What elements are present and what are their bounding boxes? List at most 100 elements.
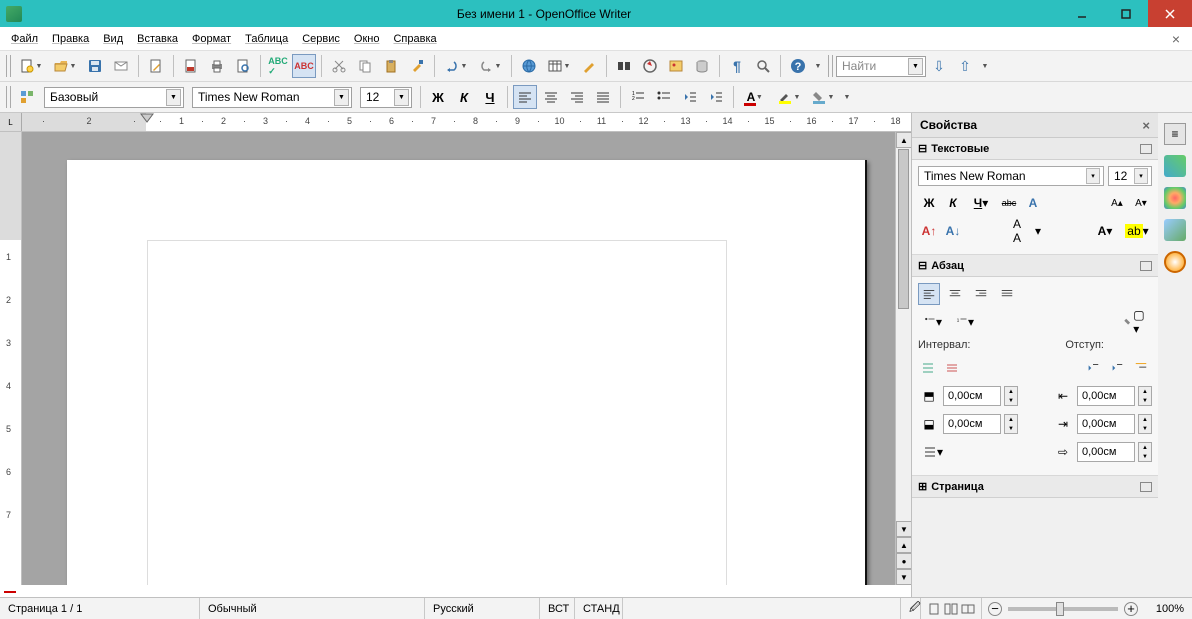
sidebar-fontcolor-button[interactable]: A ▾ [1090, 220, 1120, 242]
hyperlink-button[interactable] [517, 54, 541, 78]
spinner[interactable]: ▲▼ [1138, 442, 1152, 462]
spacing-above-input[interactable]: 0,00см [943, 386, 1001, 406]
page[interactable] [67, 160, 867, 585]
sidebar-underline-button[interactable]: Ч ▾ [966, 192, 996, 214]
close-button[interactable] [1148, 0, 1192, 27]
horizontal-ruler[interactable]: L · 2 · ·1·2·3·4·5·6·7·8·9·10·11·12·13·1… [0, 113, 911, 132]
spinner[interactable]: ▲▼ [1138, 386, 1152, 406]
decrease-indent-button[interactable] [678, 85, 702, 109]
menu-help[interactable]: Справка [386, 30, 443, 48]
spinner[interactable]: ▲▼ [1004, 386, 1018, 406]
sidebar-highlight-button[interactable]: ab ▾ [1122, 220, 1152, 242]
toolbar-overflow-icon[interactable]: ▼ [840, 94, 854, 101]
vertical-scrollbar[interactable]: ▲ ▼ ▲ ● ▼ [895, 132, 911, 585]
show-draw-functions-button[interactable] [577, 54, 601, 78]
sidebar-superscript-button[interactable]: A▴ [1106, 192, 1128, 214]
spacing-below-input[interactable]: 0,00см [943, 414, 1001, 434]
numbering-button[interactable]: 12 [626, 85, 650, 109]
sidebar-size-combo[interactable]: 12▾ [1108, 166, 1152, 186]
chevron-down-icon[interactable]: ▼ [908, 58, 923, 75]
align-left-button[interactable] [513, 85, 537, 109]
zoom-thumb[interactable] [1056, 602, 1064, 616]
sidebar-dec-indent-button[interactable] [1106, 357, 1128, 379]
sidebar-align-left-button[interactable] [918, 283, 940, 305]
spinner[interactable]: ▲▼ [1004, 414, 1018, 434]
bold-button[interactable]: Ж [426, 85, 450, 109]
find-prev-button[interactable]: ⇧ [953, 54, 977, 78]
sidebar-shrink-font-button[interactable]: A↓ [942, 220, 964, 242]
print-preview-button[interactable] [231, 54, 255, 78]
zoom-in-button[interactable]: + [1124, 602, 1138, 616]
sidebar-section-page[interactable]: ⊞ Страница [912, 476, 1158, 498]
zoom-percent[interactable]: 100% [1144, 598, 1192, 619]
highlight-button[interactable]: ▼ [773, 85, 805, 109]
next-page-button[interactable]: ▼ [896, 569, 911, 585]
format-paintbrush-button[interactable] [405, 54, 429, 78]
font-color-button[interactable]: A▼ [739, 85, 771, 109]
indent-first-input[interactable]: 0,00см [1077, 442, 1135, 462]
zoom-out-button[interactable]: − [988, 602, 1002, 616]
status-selection-mode[interactable]: СТАНД [575, 598, 623, 619]
sidebar-inc-indent-button[interactable] [1082, 357, 1104, 379]
cut-button[interactable] [327, 54, 351, 78]
spinner[interactable]: ▲▼ [1138, 414, 1152, 434]
sidebar-tab-gallery[interactable] [1164, 219, 1186, 241]
menu-table[interactable]: Таблица [238, 30, 295, 48]
insert-table-button[interactable]: ▼ [543, 54, 575, 78]
sidebar-char-spacing-button[interactable]: A A ▾ [1012, 220, 1042, 242]
sidebar-subscript-button[interactable]: A▾ [1130, 192, 1152, 214]
background-color-button[interactable]: ▼ [807, 85, 839, 109]
section-more-icon[interactable] [1140, 144, 1152, 154]
open-button[interactable]: ▼ [49, 54, 81, 78]
chevron-down-icon[interactable]: ▼ [394, 89, 409, 106]
edit-file-button[interactable] [144, 54, 168, 78]
sidebar-tab-styles[interactable] [1164, 187, 1186, 209]
status-style[interactable]: Обычный [200, 598, 425, 619]
maximize-button[interactable] [1104, 0, 1148, 27]
align-center-button[interactable] [539, 85, 563, 109]
sidebar-linespacing-button[interactable]: ▾ [918, 441, 948, 463]
menu-view[interactable]: Вид [96, 30, 130, 48]
email-button[interactable] [109, 54, 133, 78]
sidebar-shadow-button[interactable]: A [1022, 192, 1044, 214]
scroll-down-button[interactable]: ▼ [896, 521, 911, 537]
toolbar-handle[interactable] [6, 55, 11, 77]
sidebar-tab-navigator[interactable] [1164, 251, 1186, 273]
sidebar-inc-spacing-button[interactable] [918, 357, 940, 379]
toolbar-overflow-icon[interactable]: ▼ [811, 63, 825, 70]
status-signature[interactable]: 🖉 [901, 598, 921, 619]
redo-button[interactable]: ▼ [474, 54, 506, 78]
underline-button[interactable]: Ч [478, 85, 502, 109]
zoom-slider[interactable] [1008, 607, 1118, 611]
sidebar-bold-button[interactable]: Ж [918, 192, 940, 214]
vertical-ruler[interactable]: 1 2 3 4 5 6 7 [0, 132, 22, 585]
view-single-icon[interactable] [927, 602, 941, 616]
toolbar-overflow-icon[interactable]: ▼ [978, 63, 992, 70]
status-insert-mode[interactable]: ВСТ [540, 598, 575, 619]
sidebar-section-text[interactable]: ⊟ Текстовые [912, 138, 1158, 160]
sidebar-font-combo[interactable]: Times New Roman▾ [918, 166, 1104, 186]
navigator-button[interactable] [638, 54, 662, 78]
bullets-button[interactable] [652, 85, 676, 109]
sidebar-paracolor-button[interactable]: ▢ ▾ [1122, 311, 1152, 333]
sidebar-numbering-button[interactable]: 1 ▾ [950, 311, 980, 333]
save-button[interactable] [83, 54, 107, 78]
scroll-up-button[interactable]: ▲ [896, 132, 911, 148]
data-sources-button[interactable] [690, 54, 714, 78]
text-area[interactable] [147, 240, 727, 585]
nonprinting-chars-button[interactable]: ¶ [725, 54, 749, 78]
status-language[interactable]: Русский [425, 598, 540, 619]
align-justify-button[interactable] [591, 85, 615, 109]
status-page[interactable]: Страница 1 / 1 [0, 598, 200, 619]
spellcheck-button[interactable]: ABC✓ [266, 54, 290, 78]
new-doc-button[interactable]: ▼ [15, 54, 47, 78]
view-multi-icon[interactable] [944, 602, 958, 616]
chevron-down-icon[interactable]: ▼ [334, 89, 349, 106]
menu-file[interactable]: Файл [4, 30, 45, 48]
sidebar-dec-spacing-button[interactable] [942, 357, 964, 379]
styles-button[interactable] [15, 85, 39, 109]
menu-tools[interactable]: Сервис [295, 30, 347, 48]
increase-indent-button[interactable] [704, 85, 728, 109]
find-replace-button[interactable] [612, 54, 636, 78]
paragraph-style-combo[interactable]: Базовый▼ [44, 87, 184, 108]
